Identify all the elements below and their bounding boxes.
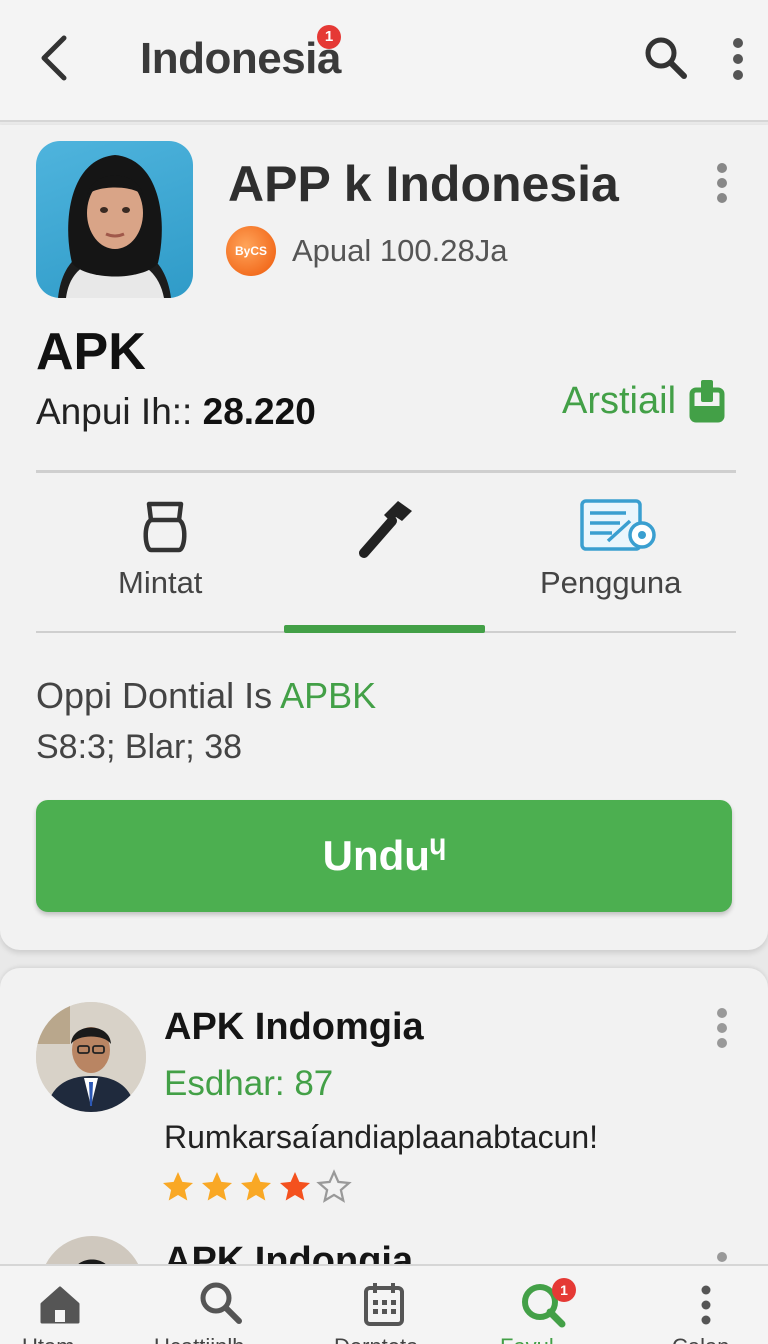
app-details-card: APP k Indonesia ByCS Apual 100.28Ja APK … (0, 125, 768, 950)
nav-item-favorites[interactable]: 1 Favul (480, 1266, 620, 1344)
app-more-options-button[interactable] (708, 161, 736, 205)
nav-item-more[interactable]: Calan (650, 1266, 768, 1344)
stat-line: Anpui Ih:: 28.220 (36, 391, 316, 433)
more-vertical-icon (717, 1008, 727, 1048)
tab-tools[interactable] (300, 497, 470, 617)
nav-badge: 1 (552, 1278, 576, 1302)
review-card: APK Indomgia Esdhar: 87 Rumkarsaíandiapl… (0, 968, 768, 1340)
nav-item-calendar[interactable]: Dernteta (320, 1266, 450, 1344)
bag-icon (143, 501, 187, 553)
nav-item-search[interactable]: Ucattjinlh (150, 1266, 290, 1344)
developer-logo: ByCS (226, 226, 276, 276)
info-subline: S8:3; Blar; 38 (36, 728, 243, 766)
document-settings-icon (580, 499, 656, 551)
app-name: APP k Indonesia (228, 156, 619, 212)
bottom-navigation: Utam Ucattjinlh Dernteta 1 Favul (0, 1264, 768, 1344)
install-button[interactable]: Arstiail (562, 375, 726, 427)
top-app-bar: Indonesia 1 (0, 0, 768, 122)
star-empty-icon (316, 1169, 352, 1203)
nav-label: Dernteta (334, 1334, 418, 1344)
more-vertical-icon (733, 38, 743, 80)
search-icon (645, 37, 687, 79)
nav-label: Ucattjinlh (154, 1334, 244, 1344)
active-tab-indicator (284, 625, 485, 633)
home-icon (40, 1286, 80, 1324)
headline-text: Oppi Dontial Is (36, 675, 281, 716)
info-headline: Oppi Dontial Is APBK (36, 675, 376, 717)
stat-value: 28.220 (202, 391, 316, 432)
person-portrait-icon (58, 155, 171, 298)
calendar-icon (364, 1283, 404, 1326)
nav-label: Utam (22, 1334, 75, 1344)
hammer-icon (359, 501, 412, 558)
more-vertical-icon (701, 1285, 711, 1325)
install-icon (689, 380, 725, 423)
person-avatar-icon (36, 1002, 146, 1112)
more-options-button[interactable] (724, 36, 752, 82)
tab-pengguna[interactable]: Pengguna (520, 497, 720, 617)
developer-name[interactable]: Apual 100.28Ja (292, 233, 507, 269)
review-more-options-button[interactable] (708, 1006, 736, 1050)
star-filled-icon (202, 1172, 232, 1201)
review-text: Rumkarsaíandiaplaanabtacun! (164, 1119, 599, 1155)
nav-label: Favul (500, 1334, 554, 1344)
notification-badge: 1 (317, 25, 341, 49)
reviewer-name: APK Indomgia (164, 1006, 424, 1048)
search-button[interactable] (642, 34, 690, 82)
app-type-label: APK (36, 323, 146, 381)
install-label: Arstiail (562, 379, 677, 422)
star-filled-icon (241, 1172, 271, 1201)
tab-label: Mintat (118, 565, 203, 600)
more-vertical-icon (717, 163, 727, 203)
download-button[interactable]: Unduᶣ (36, 800, 732, 912)
divider (36, 470, 736, 473)
star-filled-icon (280, 1172, 310, 1201)
back-button[interactable] (34, 32, 78, 84)
avatar[interactable] (36, 1002, 146, 1112)
tab-label: Pengguna (540, 565, 682, 600)
chevron-left-icon (41, 35, 67, 81)
nav-item-home[interactable]: Utam (0, 1266, 120, 1344)
review-score: Esdhar: 87 (164, 1064, 334, 1103)
page-title: Indonesia (140, 34, 341, 83)
star-filled-icon (163, 1172, 193, 1201)
stat-label: Anpui Ih:: (36, 391, 193, 432)
star-rating (160, 1169, 352, 1205)
search-icon (200, 1282, 242, 1324)
nav-label: Calan (672, 1334, 729, 1344)
tab-mintat[interactable]: Mintat (80, 497, 250, 617)
app-icon[interactable] (36, 141, 193, 298)
headline-accent[interactable]: APBK (280, 675, 376, 716)
